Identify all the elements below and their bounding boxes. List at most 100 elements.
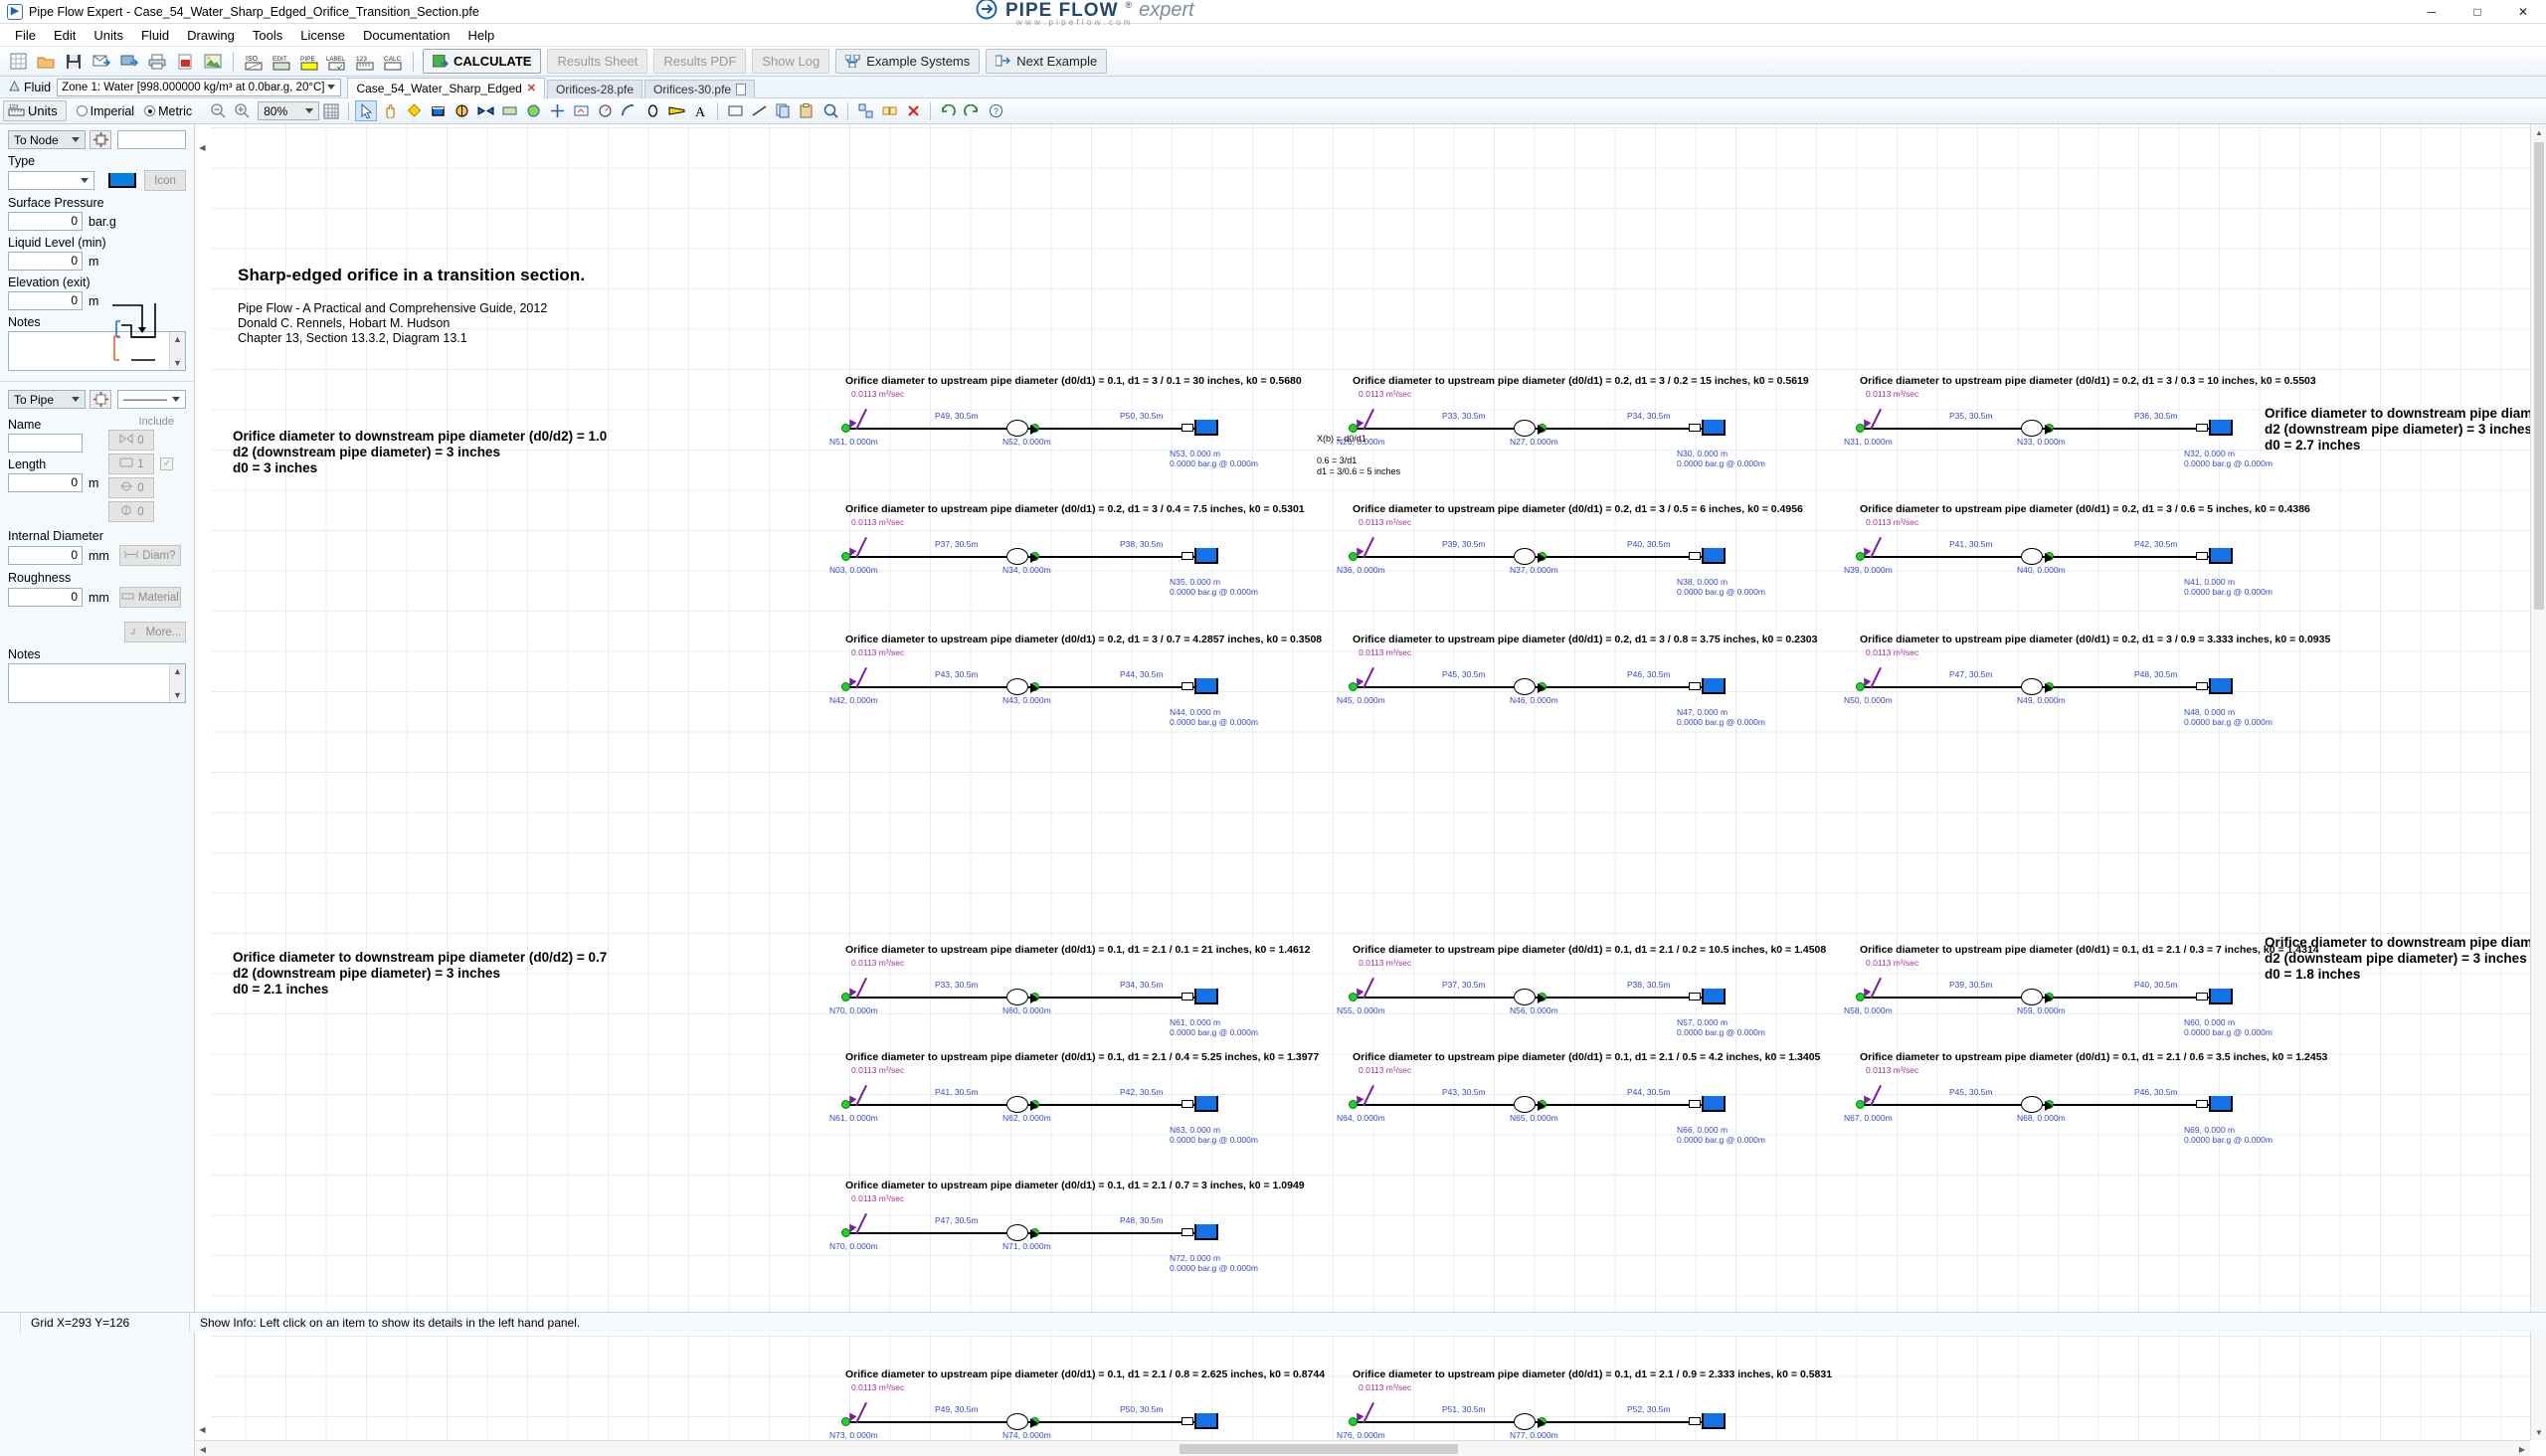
- image-icon[interactable]: [200, 50, 226, 74]
- outlet-tank[interactable]: [1702, 678, 1726, 694]
- results-pdf-button[interactable]: Results PDF: [653, 49, 746, 74]
- pressure-icon[interactable]: [570, 100, 592, 121]
- outlet-tank[interactable]: [1702, 420, 1726, 436]
- pdf-icon[interactable]: [172, 50, 198, 74]
- outlet-tank[interactable]: [1194, 1413, 1218, 1429]
- pipe-icon[interactable]: PIPE: [296, 50, 322, 74]
- group-icon[interactable]: [854, 100, 876, 121]
- scroll-right-icon[interactable]: ▶: [2514, 1441, 2530, 1456]
- inlet-node[interactable]: [1349, 1100, 1358, 1109]
- vertical-scrollbar[interactable]: ▲ ▼: [2530, 124, 2546, 1440]
- pipes-count-button[interactable]: 1: [108, 454, 154, 474]
- other-count-button[interactable]: 0: [108, 501, 154, 522]
- grid-icon[interactable]: [5, 50, 31, 74]
- pipe-network[interactable]: 0.0113 m³/secN76, 0.000mN77, 0.000mP51, …: [1343, 1386, 1735, 1440]
- export-icon[interactable]: [116, 50, 142, 74]
- inlet-node[interactable]: [1856, 993, 1865, 1001]
- inlet-node[interactable]: [1349, 682, 1358, 691]
- save-icon[interactable]: [61, 50, 87, 74]
- inlet-node[interactable]: [1349, 552, 1358, 561]
- notes2-textarea[interactable]: ▲▼: [8, 663, 186, 703]
- orifice-symbol[interactable]: [1006, 1096, 1028, 1113]
- outlet-tank[interactable]: [1702, 1096, 1726, 1112]
- inlet-node[interactable]: [841, 682, 850, 691]
- next-example-button[interactable]: Next Example: [986, 49, 1107, 74]
- zoom-out-icon[interactable]: [207, 100, 229, 121]
- icon-button[interactable]: Icon: [144, 170, 186, 191]
- outlet-tank[interactable]: [1194, 989, 1218, 1004]
- pipe-network[interactable]: 0.0113 m³/secN61, 0.000mN62, 0.000mP41, …: [835, 1069, 1228, 1139]
- pipe-selector[interactable]: To Pipe: [8, 390, 86, 409]
- fittings-count-button[interactable]: 0: [108, 477, 154, 498]
- outlet-tank[interactable]: [2209, 678, 2233, 694]
- print-icon[interactable]: [144, 50, 170, 74]
- network-canvas[interactable]: Sharp-edged orifice in a transition sect…: [211, 124, 2530, 1440]
- example-systems-button[interactable]: Example Systems: [835, 49, 980, 74]
- inlet-node[interactable]: [1856, 1100, 1865, 1109]
- diameter-button[interactable]: Diam?: [119, 545, 181, 566]
- help-icon[interactable]: ?: [985, 100, 1006, 121]
- imperial-radio[interactable]: Imperial: [77, 104, 134, 118]
- ungroup-icon[interactable]: [878, 100, 900, 121]
- orifice-symbol[interactable]: [1006, 548, 1028, 565]
- outlet-tank[interactable]: [1194, 678, 1218, 694]
- tab-close-icon[interactable]: ✕: [527, 82, 536, 94]
- liquid-level-input[interactable]: 0: [8, 252, 83, 271]
- panel-expand-icon[interactable]: ◀: [197, 1422, 208, 1436]
- inlet-node[interactable]: [1856, 682, 1865, 691]
- reducer-icon[interactable]: [665, 100, 687, 121]
- flow-icon[interactable]: [522, 100, 544, 121]
- scroll-up-icon[interactable]: ▲: [2531, 124, 2546, 140]
- minimize-button[interactable]: ─: [2409, 0, 2455, 24]
- material-button[interactable]: Material: [119, 587, 181, 608]
- pipe-network[interactable]: 0.0113 m³/secN55, 0.000mN56, 0.000mP37, …: [1343, 962, 1735, 1031]
- pipe-network[interactable]: 0.0113 m³/secN73, 0.000mN74, 0.000mP49, …: [835, 1386, 1228, 1440]
- outlet-tank[interactable]: [1194, 548, 1218, 564]
- inlet-node[interactable]: [1349, 424, 1358, 433]
- name-input[interactable]: [8, 434, 83, 453]
- menu-tools[interactable]: Tools: [244, 26, 291, 45]
- label-icon[interactable]: LABEL: [324, 50, 350, 74]
- zoom-in-icon[interactable]: [231, 100, 253, 121]
- edit-icon[interactable]: EDIT: [269, 50, 294, 74]
- outlet-tank[interactable]: [1194, 1224, 1218, 1240]
- move-handle-icon-pipe[interactable]: [90, 390, 111, 409]
- menu-documentation[interactable]: Documentation: [354, 26, 458, 45]
- orifice-symbol[interactable]: [1514, 1096, 1536, 1113]
- pipe-network[interactable]: 0.0113 m³/secN03, 0.000mN34, 0.000mP37, …: [835, 521, 1228, 591]
- redo-icon[interactable]: [961, 100, 983, 121]
- paste-icon[interactable]: [796, 100, 818, 121]
- zoom-fit-icon[interactable]: [819, 100, 841, 121]
- menu-fluid[interactable]: Fluid: [132, 26, 178, 45]
- pipe-network[interactable]: 0.0113 m³/secN42, 0.000mN43, 0.000mP43, …: [835, 651, 1228, 721]
- inlet-node[interactable]: [841, 1100, 850, 1109]
- orifice-symbol[interactable]: [1006, 1413, 1028, 1430]
- inlet-node[interactable]: [1856, 424, 1865, 433]
- roughness-input[interactable]: 0: [8, 588, 83, 607]
- valve-icon[interactable]: [474, 100, 496, 121]
- menu-edit[interactable]: Edit: [45, 26, 85, 45]
- join-icon[interactable]: [546, 100, 568, 121]
- close-button[interactable]: ✕: [2500, 0, 2546, 24]
- scroll-down-icon[interactable]: ▼: [2531, 1424, 2546, 1440]
- metric-radio[interactable]: Metric: [144, 104, 192, 118]
- line-icon[interactable]: [748, 100, 770, 121]
- pipe-network[interactable]: 0.0113 m³/secN67, 0.000mN68, 0.000mP45, …: [1850, 1069, 2243, 1139]
- inlet-node[interactable]: [1349, 1417, 1358, 1426]
- panel-collapse-icon[interactable]: ◀: [197, 140, 208, 154]
- outlet-tank[interactable]: [1702, 1413, 1726, 1429]
- tab-case54[interactable]: Case_54_Water_Sharp_Edged ✕: [347, 78, 545, 98]
- more-button[interactable]: More...: [124, 622, 186, 642]
- orifice-symbol[interactable]: [1006, 678, 1028, 695]
- bend-icon[interactable]: [618, 100, 639, 121]
- outlet-tank[interactable]: [1194, 420, 1218, 436]
- vertical-scroll-thumb[interactable]: [2534, 142, 2544, 610]
- orifice-symbol[interactable]: [1514, 548, 1536, 565]
- node-name-input[interactable]: [117, 130, 186, 149]
- email-icon[interactable]: [89, 50, 114, 74]
- outlet-tank[interactable]: [1194, 1096, 1218, 1112]
- meter-icon[interactable]: [594, 100, 616, 121]
- horizontal-scrollbar[interactable]: ◀ ▶: [195, 1440, 2530, 1456]
- iso-icon[interactable]: ISO: [241, 50, 267, 74]
- orifice-symbol[interactable]: [1006, 1224, 1028, 1241]
